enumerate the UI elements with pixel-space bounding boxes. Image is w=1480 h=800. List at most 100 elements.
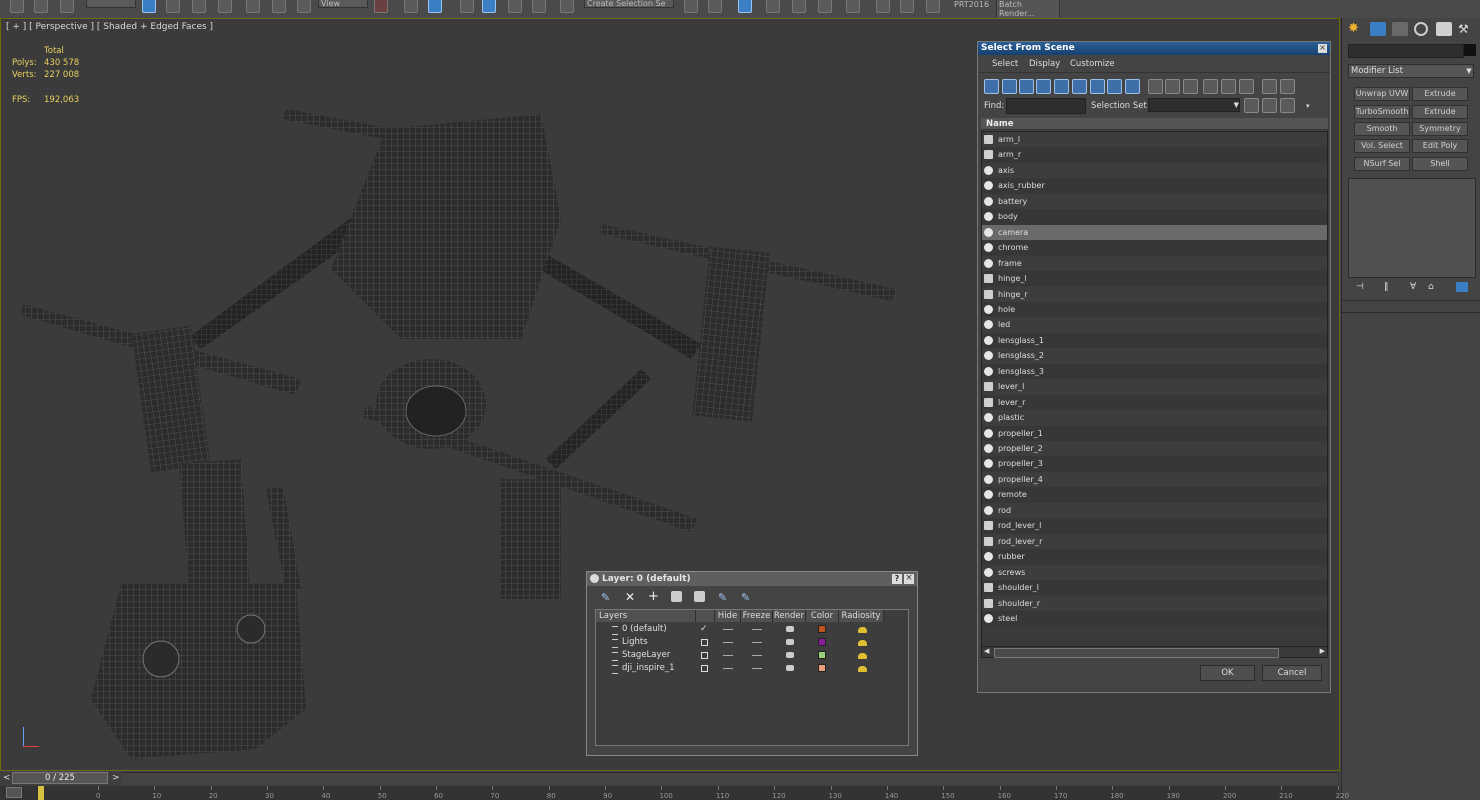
selection-set-dropdown[interactable]: ▼ xyxy=(1148,98,1240,112)
display-shapes-icon[interactable] xyxy=(1002,79,1017,94)
mini-curve-editor-icon[interactable] xyxy=(6,787,22,798)
modifier-stack-list[interactable] xyxy=(1348,178,1476,278)
list-item[interactable]: rod xyxy=(982,502,1327,519)
select-layer-objects-icon[interactable] xyxy=(671,591,682,602)
horizontal-scrollbar[interactable]: ◀ ▶ xyxy=(981,646,1328,658)
keyboard-shortcut-override-icon[interactable] xyxy=(428,0,442,13)
radiosity-bulb-icon[interactable] xyxy=(858,653,867,659)
material-editor-icon[interactable] xyxy=(846,0,860,13)
display-lights-icon[interactable] xyxy=(1019,79,1034,94)
list-item[interactable]: hinge_r xyxy=(982,286,1327,302)
scroll-left-icon[interactable]: ◀ xyxy=(984,647,989,655)
list-item[interactable]: propeller_3 xyxy=(982,456,1327,472)
list-item[interactable]: arm_l xyxy=(982,132,1327,148)
mirror-icon[interactable] xyxy=(684,0,698,13)
render-setup-icon[interactable] xyxy=(876,0,890,13)
display-all-icon[interactable] xyxy=(1148,79,1163,94)
close-icon[interactable]: × xyxy=(1318,44,1327,53)
freeze-all-layers-icon[interactable]: ✎ xyxy=(741,591,754,604)
configure-modifier-sets-icon[interactable] xyxy=(1456,282,1468,292)
add-to-layer-icon[interactable]: + xyxy=(648,590,661,604)
modifier-extrude-button[interactable]: Extrude xyxy=(1412,87,1468,101)
prt-label[interactable]: PRT2016 xyxy=(954,0,989,9)
select-object-icon[interactable] xyxy=(142,0,156,13)
curve-editor-icon[interactable] xyxy=(792,0,806,13)
schematic-view-icon[interactable] xyxy=(818,0,832,13)
select-by-name-icon[interactable] xyxy=(166,0,180,13)
rotate-icon[interactable] xyxy=(272,0,286,13)
hide-toggle[interactable] xyxy=(723,668,733,669)
hide-all-layers-icon[interactable]: ✎ xyxy=(718,591,731,604)
layer-color-swatch[interactable] xyxy=(818,651,826,659)
create-tab-icon[interactable]: ✸ xyxy=(1348,22,1364,36)
menu-select[interactable]: Select xyxy=(992,59,1018,69)
list-item[interactable]: propeller_1 xyxy=(982,425,1327,441)
list-item[interactable]: propeller_2 xyxy=(982,441,1327,457)
list-item[interactable]: hole xyxy=(982,301,1327,318)
use-pivot-icon[interactable] xyxy=(374,0,388,13)
hide-toggle[interactable] xyxy=(723,655,733,656)
move-icon[interactable] xyxy=(246,0,260,13)
utilities-tab-icon[interactable]: ⚒ xyxy=(1458,22,1474,36)
show-end-result-icon[interactable]: ‖ xyxy=(1384,282,1396,292)
display-tab-icon[interactable] xyxy=(1436,22,1452,36)
filter-icon[interactable] xyxy=(1262,79,1277,94)
modify-tab-icon[interactable] xyxy=(1370,22,1386,36)
select-invert-icon[interactable] xyxy=(1239,79,1254,94)
edit-named-selection-icon[interactable] xyxy=(560,0,574,13)
column-color[interactable]: Color xyxy=(806,610,839,622)
render-teapot-icon[interactable] xyxy=(786,665,794,671)
layer-explorer-icon[interactable] xyxy=(738,0,752,13)
dialog-title[interactable]: Select From Scene xyxy=(978,42,1330,55)
make-unique-icon[interactable]: ∀ xyxy=(1410,282,1422,292)
list-item[interactable]: axis_rubber xyxy=(982,178,1327,194)
motion-tab-icon[interactable] xyxy=(1414,22,1428,36)
snaps-toggle-icon[interactable] xyxy=(460,0,474,13)
make-current-checkbox[interactable] xyxy=(701,665,708,672)
column-hide[interactable]: Hide xyxy=(715,610,741,622)
select-manipulate-icon[interactable] xyxy=(404,0,418,13)
layer-color-swatch[interactable] xyxy=(818,664,826,672)
list-item[interactable]: rod_lever_l xyxy=(982,518,1327,534)
select-all-icon[interactable] xyxy=(1203,79,1218,94)
toolbar-overflow-icon[interactable]: ▾ xyxy=(1306,102,1310,110)
menu-customize[interactable]: Customize xyxy=(1070,59,1115,69)
help-button[interactable]: ? xyxy=(892,574,902,584)
bind-space-warp-icon[interactable] xyxy=(60,0,74,13)
highlight-selected-layer-icon[interactable] xyxy=(694,591,705,602)
list-item[interactable]: rubber xyxy=(982,549,1327,565)
layer-name[interactable]: Lights xyxy=(622,636,648,649)
list-item[interactable]: frame xyxy=(982,255,1327,272)
filter-options-icon[interactable] xyxy=(1280,79,1295,94)
display-bones-icon[interactable] xyxy=(1125,79,1140,94)
list-item[interactable]: body xyxy=(982,209,1327,225)
make-current-checkbox[interactable] xyxy=(701,652,708,659)
unlink-icon[interactable] xyxy=(34,0,48,13)
layer-row[interactable]: StageLayer xyxy=(596,649,884,662)
list-item[interactable]: propeller_4 xyxy=(982,471,1327,488)
list-item[interactable]: lensglass_1 xyxy=(982,332,1327,349)
display-cameras-icon[interactable] xyxy=(1036,79,1051,94)
batch-render-button[interactable]: Batch Render... xyxy=(996,0,1060,19)
toggle-ribbon-icon[interactable] xyxy=(766,0,780,13)
scale-icon[interactable] xyxy=(297,0,311,13)
layer-row[interactable]: dji_inspire_1 xyxy=(596,662,884,675)
selection-filter-dropdown[interactable] xyxy=(86,0,136,8)
align-icon[interactable] xyxy=(708,0,722,13)
list-item[interactable]: rod_lever_r xyxy=(982,533,1327,550)
layer-row[interactable]: Lights xyxy=(596,636,884,649)
column-layers[interactable]: Layers xyxy=(596,610,696,622)
list-item[interactable]: arm_r xyxy=(982,147,1327,163)
time-slider[interactable]: < 0 / 225 > xyxy=(0,771,1340,786)
ok-button[interactable]: OK xyxy=(1200,665,1255,681)
modifier-symmetry-button[interactable]: Symmetry xyxy=(1412,122,1468,136)
render-teapot-icon[interactable] xyxy=(786,639,794,645)
next-frame-button[interactable]: > xyxy=(112,773,120,783)
list-item[interactable]: chrome xyxy=(982,240,1327,256)
layer-row[interactable]: 0 (default) ✓ xyxy=(596,623,884,636)
modifier-unwrap-uvw-button[interactable]: Unwrap UVW xyxy=(1354,87,1410,101)
hide-toggle[interactable] xyxy=(723,629,733,630)
percent-snap-icon[interactable] xyxy=(508,0,522,13)
scrollbar-thumb[interactable] xyxy=(994,648,1279,658)
window-crossing-icon[interactable] xyxy=(218,0,232,13)
